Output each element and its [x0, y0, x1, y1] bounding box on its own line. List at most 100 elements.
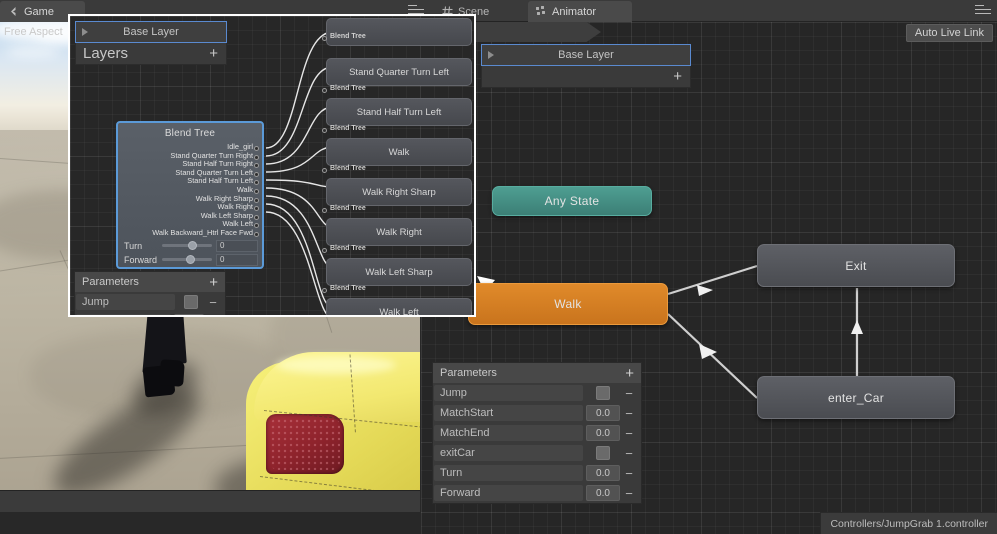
state-node-exit[interactable]: Exit — [757, 244, 955, 287]
state-card-subtitle: Blend Tree — [322, 285, 366, 293]
parameter-value[interactable]: 0.0 — [586, 425, 620, 441]
overlay-parameters-panel: Parameters + Jump − MatchStart 0.0 − Mat… — [74, 271, 226, 318]
parameter-row[interactable]: MatchStart 0.0 − — [434, 403, 640, 423]
parameter-value[interactable]: 0.0 — [174, 314, 204, 315]
add-parameter-button[interactable]: + — [209, 275, 218, 290]
remove-parameter-button[interactable]: − — [623, 467, 635, 480]
animator-options-icon[interactable] — [975, 5, 991, 16]
parameter-row[interactable]: MatchEnd 0.0 − — [434, 423, 640, 443]
state-card[interactable]: Stand Half Turn Left Blend Tree — [322, 98, 472, 133]
state-card-subtitle: Blend Tree — [322, 245, 366, 253]
blend-tree-title: Blend Tree — [164, 128, 216, 139]
parameter-name: MatchEnd — [434, 425, 583, 441]
unity-editor-window: Game Scene Animator Free Aspect Any Stat… — [0, 0, 997, 534]
chevron-right-icon — [82, 28, 88, 36]
parameter-checkbox[interactable] — [184, 295, 198, 309]
aspect-ratio-label[interactable]: Free Aspect — [4, 26, 63, 38]
tab-animator[interactable]: Animator — [528, 1, 632, 22]
remove-parameter-button[interactable]: − — [207, 316, 219, 318]
slider-label: Turn — [124, 240, 143, 251]
add-parameter-button[interactable]: + — [625, 366, 634, 381]
parameter-value[interactable]: 0.0 — [586, 485, 620, 501]
state-node-any-state[interactable]: Any State — [492, 186, 652, 216]
blend-tree-overlay-window: Base Layer Layers + Blend Tree Idle_girl… — [68, 14, 476, 317]
parameter-row[interactable]: Forward 0.0 − — [434, 483, 640, 503]
parameter-name: Jump — [76, 294, 175, 310]
slider-track[interactable] — [162, 241, 212, 251]
parameter-name: Forward — [434, 485, 583, 501]
remove-parameter-button[interactable]: − — [623, 387, 635, 400]
plus-icon: + — [209, 45, 218, 62]
state-card[interactable]: Stand Quarter Turn Left Blend Tree — [322, 58, 472, 93]
layer-row-base-layer[interactable]: Base Layer — [75, 21, 227, 43]
state-card[interactable]: Walk Right Blend Tree — [322, 218, 472, 253]
state-node-label: enter_Car — [827, 390, 885, 405]
remove-parameter-button[interactable]: − — [207, 296, 219, 309]
add-layer-button[interactable]: + — [481, 66, 691, 88]
state-card[interactable]: Walk Right Sharp Blend Tree — [322, 178, 472, 213]
parameters-header: Parameters + — [433, 363, 641, 383]
parameter-name: MatchStart — [76, 314, 171, 315]
state-card-subtitle: Blend Tree — [322, 125, 366, 133]
parameter-value[interactable]: 0.0 — [586, 465, 620, 481]
layer-row-base-layer[interactable]: Base Layer — [481, 44, 691, 66]
blend-tree-node[interactable]: Blend Tree Idle_girl Stand Quarter Turn … — [116, 121, 264, 269]
state-node-walk[interactable]: Walk — [468, 283, 668, 325]
parameter-row[interactable]: exitCar − — [434, 443, 640, 463]
tab-animator-label: Animator — [552, 5, 597, 18]
parameter-row[interactable]: Turn 0.0 − — [434, 463, 640, 483]
parameter-checkbox[interactable] — [596, 446, 610, 460]
blend-tree-motion: Walk Backward_Htrl Face Fwd — [118, 228, 262, 238]
state-card-subtitle: Blend Tree — [322, 205, 366, 213]
parameters-title: Parameters — [82, 276, 139, 288]
plus-icon: + — [673, 68, 682, 85]
parameter-name: Jump — [434, 385, 583, 401]
chevron-right-icon — [488, 51, 494, 59]
state-card-label: Walk Left Sharp — [365, 266, 433, 278]
animator-window: Any State Walk Exit enter_Car Layer Base… — [421, 22, 997, 534]
state-node-label: Exit — [845, 258, 867, 273]
parameter-row[interactable]: MatchStart 0.0 − — [76, 312, 224, 318]
game-icon — [8, 6, 19, 17]
parameter-name: Turn — [434, 465, 583, 481]
parameter-row[interactable]: Jump − — [434, 383, 640, 403]
state-card-label: Stand Half Turn Left — [356, 106, 442, 118]
state-card-subtitle: Blend Tree — [322, 165, 366, 173]
state-node-enter-car[interactable]: enter_Car — [757, 376, 955, 419]
slider-track[interactable] — [162, 255, 212, 265]
status-bar: Controllers/JumpGrab 1.controller — [820, 512, 997, 534]
state-card[interactable]: Walk Blend Tree — [322, 138, 472, 173]
tab-game-label: Game — [24, 5, 54, 18]
layer-label: Base Layer — [558, 49, 614, 61]
parameters-title: Parameters — [440, 367, 497, 379]
remove-parameter-button[interactable]: − — [623, 487, 635, 500]
layers-label: Layers — [83, 45, 129, 62]
state-card-label: Walk Left — [379, 306, 419, 317]
auto-live-link-button[interactable]: Auto Live Link — [905, 24, 993, 42]
layer-label: Base Layer — [123, 26, 179, 38]
state-card[interactable]: Walk Left Blend Tree — [326, 298, 472, 317]
parameter-value[interactable]: 0.0 — [586, 405, 620, 421]
blend-parameter-forward[interactable]: Forward 0 — [118, 252, 262, 266]
add-layer-button[interactable]: Layers + — [75, 43, 227, 65]
slider-value[interactable]: 0 — [216, 239, 258, 252]
remove-parameter-button[interactable]: − — [623, 447, 635, 460]
slider-handle[interactable] — [188, 241, 197, 251]
remove-parameter-button[interactable]: − — [623, 407, 635, 420]
state-card-label: Walk Right Sharp — [362, 186, 436, 198]
animator-icon — [536, 6, 547, 17]
state-card-label: Walk — [388, 146, 410, 158]
parameter-checkbox[interactable] — [596, 386, 610, 400]
slider-value[interactable]: 0 — [216, 253, 258, 266]
state-card[interactable]: Blend Tree — [322, 18, 472, 46]
yellow-car — [246, 352, 420, 512]
state-card-subtitle: Blend Tree — [322, 85, 366, 93]
parameters-header: Parameters + — [75, 272, 225, 292]
parameter-name: MatchStart — [434, 405, 583, 421]
remove-parameter-button[interactable]: − — [623, 427, 635, 440]
parameter-row[interactable]: Jump − — [76, 292, 224, 312]
state-card-label: Walk Right — [376, 226, 422, 238]
slider-handle[interactable] — [186, 255, 195, 265]
blend-parameter-turn[interactable]: Turn 0 — [118, 238, 262, 252]
state-card[interactable]: Walk Left Sharp Blend Tree — [322, 258, 472, 293]
